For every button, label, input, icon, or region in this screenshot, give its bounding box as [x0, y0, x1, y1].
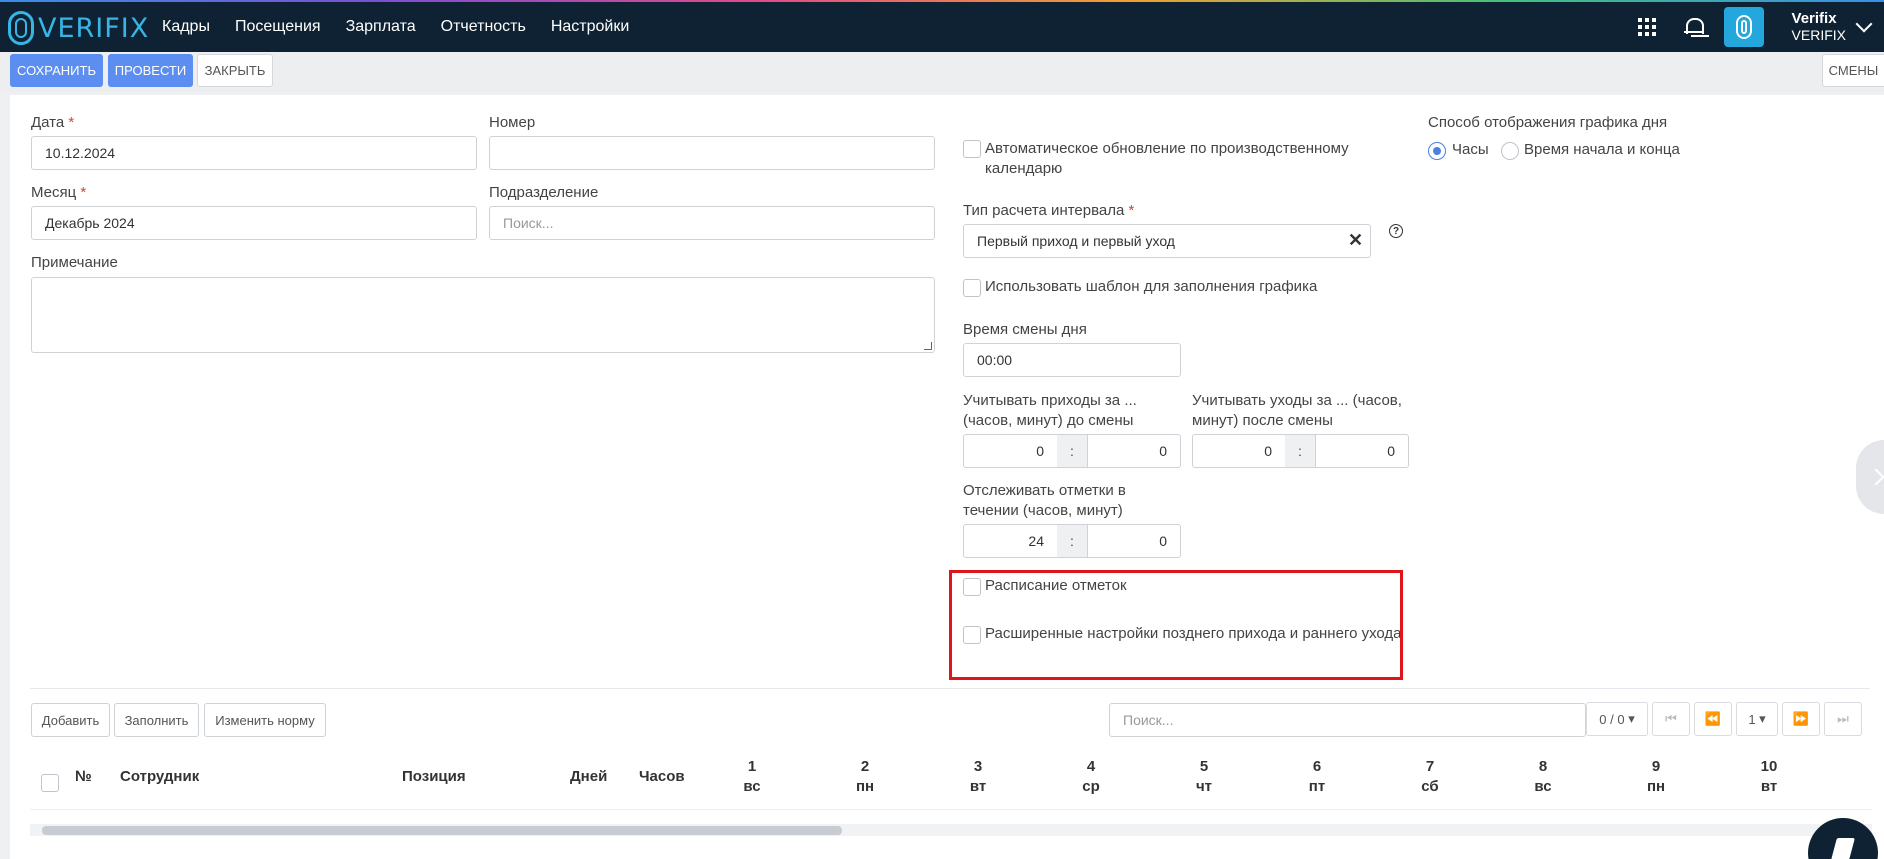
resize-handle-icon[interactable] — [924, 342, 932, 350]
record-counter[interactable]: 0 / 0 ▾ — [1586, 702, 1648, 736]
col-header-position[interactable]: Позиция — [402, 767, 466, 787]
fingerprint-icon — [8, 11, 34, 45]
clear-icon[interactable]: ✕ — [1348, 230, 1363, 251]
number-input[interactable] — [489, 136, 935, 170]
user-menu[interactable]: Verifix VERIFIX — [1792, 10, 1846, 44]
use-template-checkbox[interactable] — [963, 279, 981, 297]
avatar[interactable] — [1723, 7, 1764, 47]
page-select[interactable]: 1 ▾ — [1736, 702, 1778, 736]
month-label: Месяц * — [31, 184, 87, 201]
track-marks-label: Отслеживать отметки в течении (часов, ми… — [963, 482, 1126, 519]
interval-type-label: Тип расчета интервала * — [963, 202, 1135, 219]
shifts-button[interactable]: СМЕНЫ — [1822, 54, 1884, 87]
col-header-day[interactable]: 10 вт — [1753, 757, 1785, 797]
main-nav: Кадры Посещения Зарплата Отчетность Наст… — [162, 18, 629, 36]
table-header — [30, 745, 1872, 810]
first-page-icon[interactable]: ⏮ — [1652, 702, 1690, 736]
display-start-end-label: Время начала и конца — [1524, 141, 1680, 158]
col-header-day[interactable]: 6 пт — [1301, 757, 1333, 797]
horizontal-scrollbar[interactable] — [30, 824, 1872, 836]
scrollbar-thumb[interactable] — [42, 826, 842, 835]
number-label: Номер — [489, 114, 536, 131]
time-separator: : — [1285, 434, 1315, 468]
fill-button[interactable]: Заполнить — [114, 703, 199, 737]
page-number: 1 — [1748, 711, 1756, 727]
note-label: Примечание — [31, 254, 118, 271]
departures-after-hours-input[interactable]: 0 — [1192, 434, 1286, 468]
auto-update-label: Автоматическое обновление по производств… — [985, 140, 1349, 177]
col-header-day[interactable]: 8 вс — [1527, 757, 1559, 797]
arrivals-before-minutes-input[interactable]: 0 — [1087, 434, 1181, 468]
col-header-day[interactable]: 1 вс — [736, 757, 768, 797]
document-toolbar: СОХРАНИТЬ ПРОВЕСТИ ЗАКРЫТЬ СМЕНЫ — [0, 52, 1884, 92]
nav-item-salary[interactable]: Зарплата — [346, 18, 416, 36]
top-right-controls: Verifix VERIFIX — [1637, 2, 1884, 52]
shift-time-input[interactable]: 00:00 — [963, 343, 1181, 377]
time-separator: : — [1057, 524, 1087, 558]
shift-time-label: Время смены дня — [963, 321, 1087, 338]
last-page-icon[interactable]: ⏭ — [1824, 702, 1862, 736]
display-hours-label: Часы — [1452, 141, 1489, 158]
nav-item-staff[interactable]: Кадры — [162, 18, 210, 36]
save-button[interactable]: СОХРАНИТЬ — [10, 54, 103, 87]
user-name: Verifix — [1791, 10, 1837, 27]
col-header-num[interactable]: № — [75, 767, 92, 787]
col-header-day[interactable]: 9 пн — [1640, 757, 1672, 797]
time-separator: : — [1057, 434, 1087, 468]
track-marks-minutes-input[interactable]: 0 — [1087, 524, 1181, 558]
chevron-down-icon[interactable] — [1855, 15, 1873, 33]
close-button[interactable]: ЗАКРЫТЬ — [197, 54, 273, 87]
col-header-day[interactable]: 4 ср — [1075, 757, 1107, 797]
bell-icon[interactable] — [1683, 17, 1704, 37]
change-norm-button[interactable]: Изменить норму — [204, 703, 326, 737]
nav-item-settings[interactable]: Настройки — [551, 18, 629, 36]
col-header-hours[interactable]: Часов — [639, 767, 685, 787]
departures-after-minutes-input[interactable]: 0 — [1315, 434, 1409, 468]
arrivals-before-label: Учитывать приходы за ... (часов, минут) … — [963, 392, 1137, 429]
add-button[interactable]: Добавить — [31, 703, 110, 737]
month-input[interactable]: Декабрь 2024 — [31, 206, 477, 240]
record-counter-text: 0 / 0 — [1599, 711, 1625, 727]
post-button[interactable]: ПРОВЕСТИ — [108, 54, 193, 87]
departures-after-label: Учитывать уходы за ... (часов, минут) по… — [1192, 392, 1402, 429]
date-label: Дата * — [31, 114, 75, 131]
nav-item-attendance[interactable]: Посещения — [235, 18, 321, 36]
department-label: Подразделение — [489, 184, 599, 201]
department-search-input[interactable]: Поиск... — [489, 206, 935, 240]
fingerprint-icon — [1735, 15, 1752, 39]
col-header-day[interactable]: 5 чт — [1188, 757, 1220, 797]
prev-page-icon[interactable]: ⏪ — [1694, 702, 1732, 736]
help-icon[interactable]: ? — [1389, 224, 1403, 238]
col-header-day[interactable]: 3 вт — [962, 757, 994, 797]
nav-item-reports[interactable]: Отчетность — [441, 18, 526, 36]
auto-update-checkbox[interactable] — [963, 140, 981, 158]
section-divider — [30, 688, 1870, 689]
highlight-box — [949, 570, 1403, 680]
col-header-day[interactable]: 7 сб — [1414, 757, 1446, 797]
col-header-days[interactable]: Дней — [570, 767, 607, 787]
display-hours-radio[interactable] — [1428, 142, 1446, 160]
display-start-end-radio[interactable] — [1501, 142, 1519, 160]
select-all-checkbox[interactable] — [41, 774, 59, 792]
interval-type-select[interactable]: Первый приход и первый уход — [963, 224, 1371, 258]
grid-search-input[interactable]: Поиск... — [1109, 703, 1586, 737]
track-marks-hours-input[interactable]: 24 — [963, 524, 1058, 558]
date-input[interactable]: 10.12.2024 — [31, 136, 477, 170]
top-navbar: VERIFIX Кадры Посещения Зарплата Отчетно… — [0, 0, 1884, 52]
next-page-icon[interactable]: ⏩ — [1782, 702, 1820, 736]
use-template-label: Использовать шаблон для заполнения графи… — [985, 278, 1318, 295]
verifix-logo[interactable]: VERIFIX — [8, 11, 149, 45]
note-textarea[interactable] — [31, 277, 935, 353]
user-company: VERIFIX — [1791, 27, 1846, 43]
apps-grid-icon[interactable] — [1637, 18, 1656, 36]
col-header-employee[interactable]: Сотрудник — [120, 767, 199, 787]
logo-text: VERIFIX — [38, 12, 150, 44]
display-mode-label: Способ отображения графика дня — [1428, 114, 1668, 131]
arrivals-before-hours-input[interactable]: 0 — [963, 434, 1058, 468]
col-header-day[interactable]: 2 пн — [849, 757, 881, 797]
